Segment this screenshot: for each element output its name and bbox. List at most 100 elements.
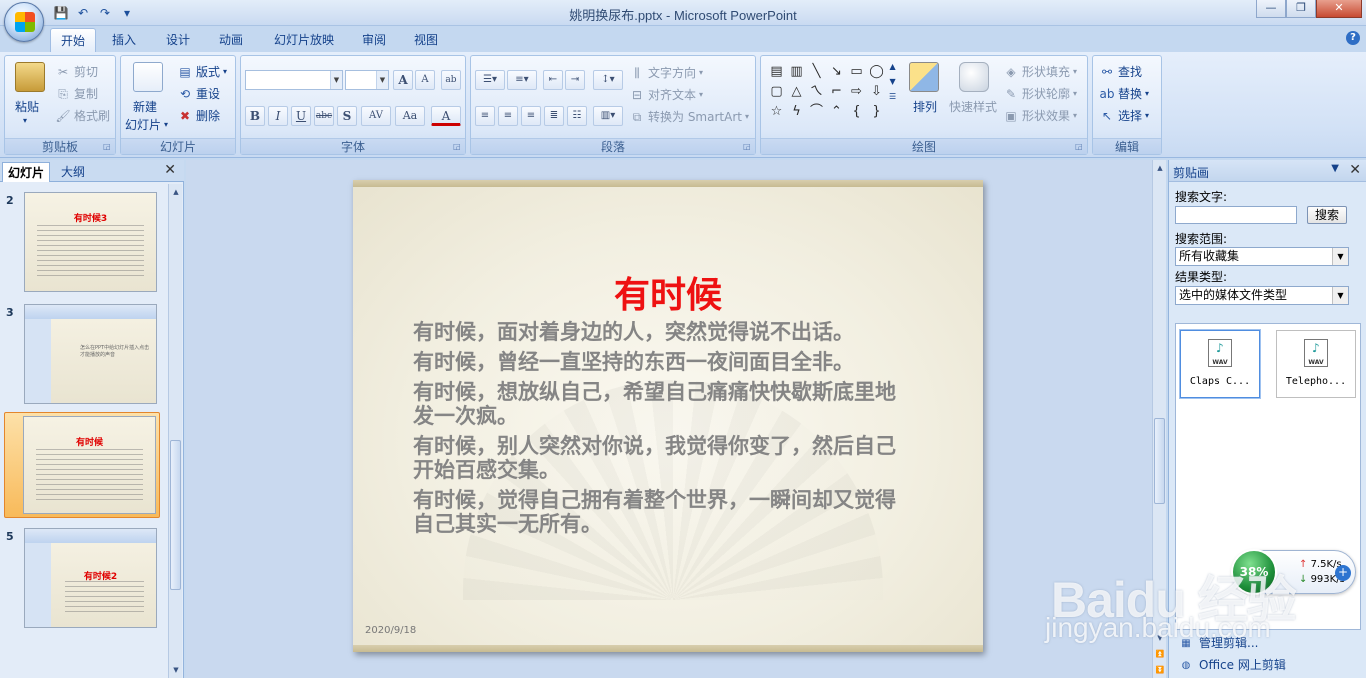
font-color-button[interactable]: A	[431, 106, 461, 126]
elbow-arrow-shape-icon[interactable]: ⌐	[827, 84, 846, 100]
tab-view[interactable]: 视图	[406, 28, 446, 52]
manage-clips-link[interactable]: ▦ 管理剪辑...	[1179, 634, 1258, 651]
slide-thumbnail-3[interactable]: 怎么在PPT中给幻灯片插入点击才能播放的声音	[24, 304, 157, 404]
format-painter-button[interactable]: 🖌 格式刷	[55, 107, 110, 124]
left-brace-shape-icon[interactable]: {	[847, 104, 866, 120]
select-button[interactable]: ↖ 选择 ▾	[1099, 107, 1149, 124]
tab-insert[interactable]: 插入	[104, 28, 144, 52]
slide-thumbnail-5[interactable]: 有时候2	[24, 528, 157, 628]
rectangle-shape-icon[interactable]: ▭	[847, 64, 866, 80]
line-spacing-button[interactable]: ↕▾	[593, 70, 623, 90]
copy-button[interactable]: ⎘ 复制	[55, 85, 98, 102]
curve-shape-icon[interactable]: ⌒	[807, 104, 826, 120]
result-type-select[interactable]: 选中的媒体文件类型 ▼	[1175, 286, 1349, 305]
justify-icon[interactable]: ≣	[544, 106, 564, 126]
freeform-shape-icon[interactable]: ⌃	[827, 104, 846, 120]
new-slide-button[interactable]: 新建	[133, 98, 157, 115]
shapes-gallery[interactable]: ▤ ▥ ╲ ↘ ▭ ◯ ▢ △ ㄟ ⌐ ⇨ ⇩ ☆ ϟ ⌒ ⌃{}	[767, 64, 885, 120]
pane-options-icon[interactable]: ▼	[1331, 163, 1339, 174]
tab-slides[interactable]: 幻灯片	[2, 162, 51, 182]
strikethrough-button[interactable]: abc	[314, 106, 334, 126]
font-launcher-icon[interactable]: ◲	[453, 142, 462, 151]
rounded-rect-shape-icon[interactable]: ▢	[767, 84, 786, 100]
search-input[interactable]	[1175, 206, 1297, 224]
down-arrow-shape-icon[interactable]: ⇩	[867, 84, 886, 100]
help-icon[interactable]: ?	[1346, 31, 1360, 45]
layout-button[interactable]: ▤ 版式 ▾	[177, 63, 227, 80]
slide-thumbnail-2[interactable]: 有时候3	[24, 192, 157, 292]
decrease-indent-icon[interactable]: ⇤	[543, 70, 563, 90]
scroll-down-icon[interactable]: ▼	[1154, 632, 1166, 644]
paragraph-launcher-icon[interactable]: ◲	[743, 142, 752, 151]
scroll-up-icon[interactable]: ▲	[1154, 162, 1166, 174]
search-scope-select[interactable]: 所有收藏集 ▼	[1175, 247, 1349, 266]
paste-button[interactable]: 粘贴	[15, 98, 39, 115]
network-usage-ball[interactable]: 38%	[1231, 549, 1277, 595]
clipboard-launcher-icon[interactable]: ◲	[103, 142, 112, 151]
new-slide-dropdown[interactable]: 幻灯片 ▾	[125, 116, 168, 133]
quick-styles-button[interactable]: 快速样式	[949, 98, 997, 115]
scrollbar-thumb[interactable]	[1154, 418, 1165, 504]
slide-title[interactable]: 有时候	[353, 266, 983, 318]
increase-indent-icon[interactable]: ⇥	[565, 70, 585, 90]
tab-design[interactable]: 设计	[158, 28, 198, 52]
tab-slideshow[interactable]: 幻灯片放映	[266, 28, 342, 52]
paste-dropdown[interactable]: ▾	[23, 116, 27, 125]
shadow-button[interactable]: S	[337, 106, 357, 126]
scroll-up-icon[interactable]: ▲	[170, 186, 182, 198]
scrollbar-thumb[interactable]	[170, 440, 181, 590]
minimize-button[interactable]: —	[1256, 0, 1286, 18]
arrange-button[interactable]: 排列	[913, 98, 937, 115]
slides-pane-close-icon[interactable]: ✕	[164, 162, 176, 178]
tab-home[interactable]: 开始	[50, 28, 96, 52]
vertical-textbox-shape-icon[interactable]: ▥	[787, 64, 806, 80]
maximize-button[interactable]: ❐	[1286, 0, 1316, 18]
right-arrow-shape-icon[interactable]: ⇨	[847, 84, 866, 100]
columns-button[interactable]: ▥▾	[593, 106, 623, 126]
delete-button[interactable]: ✖ 删除	[177, 107, 220, 124]
shapes-gallery-scroll[interactable]: ▲ ▼ ☰	[889, 62, 896, 101]
widget-plus-icon[interactable]: +	[1335, 565, 1351, 581]
clear-format-icon[interactable]: ab	[441, 70, 461, 90]
close-button[interactable]: ✕	[1316, 0, 1362, 18]
italic-button[interactable]: I	[268, 106, 288, 126]
align-left-icon[interactable]: ≡	[475, 106, 495, 126]
office-button[interactable]	[4, 2, 44, 42]
align-center-icon[interactable]: ≡	[498, 106, 518, 126]
shape-effects-button[interactable]: ▣ 形状效果 ▾	[1003, 107, 1077, 124]
slides-pane-scrollbar[interactable]: ▲ ▼	[168, 184, 182, 678]
distributed-icon[interactable]: ☷	[567, 106, 587, 126]
tab-review[interactable]: 审阅	[354, 28, 394, 52]
change-case-button[interactable]: Aa	[395, 106, 425, 126]
right-brace-shape-icon[interactable]: }	[867, 104, 886, 120]
grow-font-button[interactable]: A	[393, 70, 413, 90]
align-text-button[interactable]: ⊟ 对齐文本 ▾	[629, 86, 703, 103]
chevron-down-icon[interactable]: ▼	[1332, 248, 1348, 265]
triangle-shape-icon[interactable]: △	[787, 84, 806, 100]
numbering-button[interactable]: ≡▾	[507, 70, 537, 90]
tab-animations[interactable]: 动画	[210, 28, 252, 52]
shrink-font-button[interactable]: A	[415, 70, 435, 90]
smartart-button[interactable]: ⧉ 转换为 SmartArt ▾	[629, 108, 749, 125]
find-button[interactable]: ⚯ 查找	[1099, 63, 1142, 80]
drawing-launcher-icon[interactable]: ◲	[1075, 142, 1084, 151]
scroll-down-icon[interactable]: ▼	[170, 664, 182, 676]
textbox-shape-icon[interactable]: ▤	[767, 64, 786, 80]
tab-outline[interactable]: 大纲	[56, 162, 90, 182]
arrow-line-shape-icon[interactable]: ↘	[827, 64, 846, 80]
shape-outline-button[interactable]: ✎ 形状轮廓 ▾	[1003, 85, 1077, 102]
slide-editor-scrollbar[interactable]: ▲ ▼ ⏫ ⏬	[1152, 160, 1166, 678]
character-spacing-button[interactable]: AV	[361, 106, 391, 126]
oval-shape-icon[interactable]: ◯	[867, 64, 886, 80]
previous-slide-icon[interactable]: ⏫	[1154, 648, 1166, 660]
font-size-combo[interactable]: ▼	[345, 70, 389, 90]
text-direction-button[interactable]: ⫼ 文字方向 ▾	[629, 64, 703, 81]
line-shape-icon[interactable]: ╲	[807, 64, 826, 80]
bold-button[interactable]: B	[245, 106, 265, 126]
office-online-link[interactable]: ◍ Office 网上剪辑	[1179, 656, 1286, 673]
slide-thumbnail-4-selected[interactable]: 有时候	[4, 412, 160, 518]
replace-button[interactable]: ab 替换 ▾	[1099, 85, 1150, 102]
elbow-connector-shape-icon[interactable]: ㄟ	[807, 84, 826, 100]
underline-button[interactable]: U	[291, 106, 311, 126]
bullets-button[interactable]: ☰▾	[475, 70, 505, 90]
